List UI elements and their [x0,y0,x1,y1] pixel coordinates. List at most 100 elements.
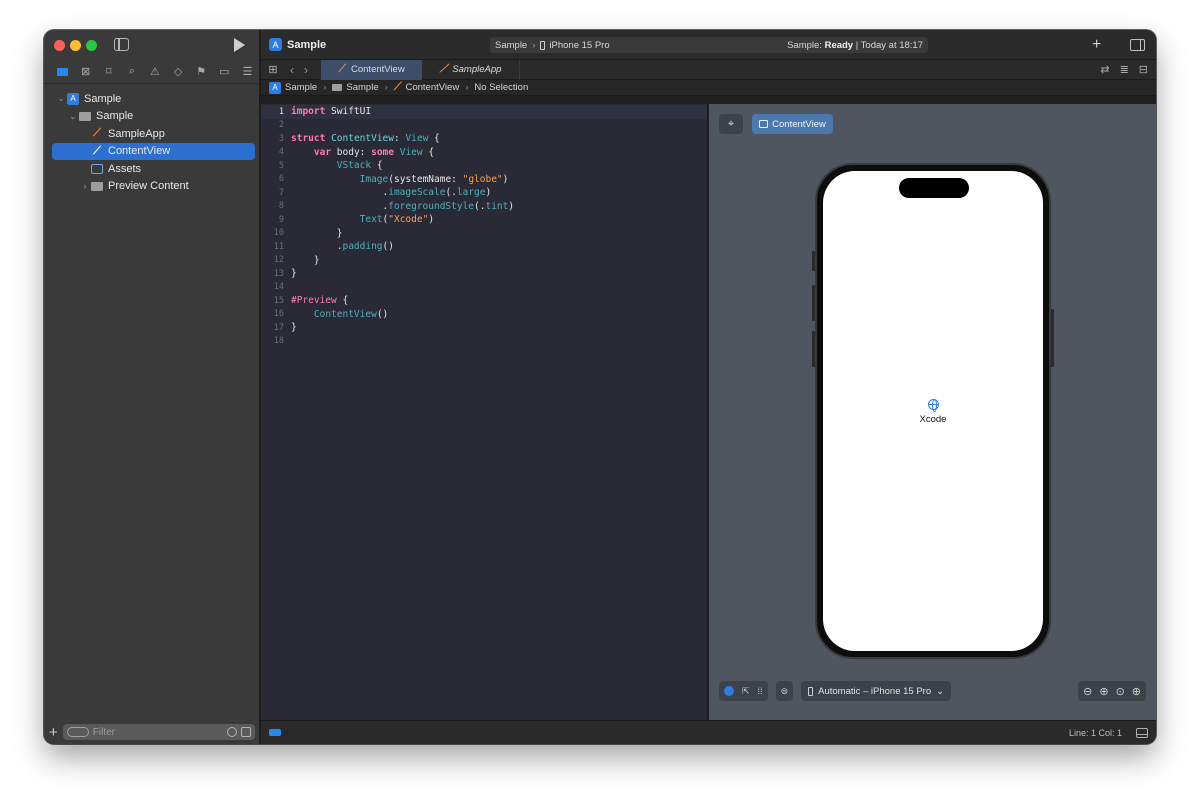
code-text: .imageScale(.large) [291,187,492,199]
canvas-settings-icon[interactable]: ⊜ [781,686,789,697]
swap-icon[interactable]: ⇄ [1100,63,1109,76]
find-navigator-tab[interactable]: ⌕ [120,62,143,82]
code-line[interactable]: 17} [261,321,707,335]
report-navigator-tab[interactable]: ☰ [236,62,259,82]
code-line[interactable]: 15 #Preview { [261,294,707,308]
filter-field[interactable] [62,724,255,740]
disclosure-collapsed-icon[interactable]: › [80,181,90,191]
device-screen[interactable]: Xcode [823,171,1043,651]
code-line[interactable]: 8 .foregroundStyle(.tint) [261,200,707,214]
device-selector[interactable]: Automatic – iPhone 15 Pro ⌄ [801,681,952,701]
cursor-position: Line: 1 Col: 1 [1068,727,1122,738]
disclosure-expanded-icon[interactable]: ⌄ [56,93,66,104]
code-text: } [291,322,297,334]
code-text: ContentView() [313,308,389,320]
code-line[interactable]: 16 ContentView() [261,308,707,322]
jumpbar-group[interactable]: Sample [346,82,378,93]
disclosure-expanded-icon[interactable]: ⌄ [68,111,78,122]
code-line[interactable]: 5 VStack { [261,159,707,173]
code-line[interactable]: 10 } [261,227,707,241]
xcode-app-icon: A [269,38,282,51]
code-line[interactable]: 12 } [261,254,707,268]
code-line[interactable]: 9 Text("Xcode") [261,213,707,227]
preview-view-label: ContentView [772,118,826,130]
bottom-panel-toggle-icon[interactable] [1136,727,1148,738]
close-window-button[interactable] [54,40,65,51]
code-line[interactable]: 7 .imageScale(.large) [261,186,707,200]
zoom-actual-icon[interactable]: ⊕ [1099,685,1108,698]
code-text: import SwiftUI [291,106,372,118]
recent-files-icon[interactable] [227,727,237,737]
scheme-status-bar: Sample › iPhone 15 Pro Sample: Ready | T… [490,37,928,53]
tree-item-label: ContentView [108,145,171,158]
device-selector-label: Automatic – iPhone 15 Pro [818,685,932,697]
source-control-navigator-tab[interactable]: ⊠ [74,62,97,82]
jumpbar-file[interactable]: ContentView [405,82,459,93]
tree-item-preview-content[interactable]: › Preview Content [44,178,259,196]
tree-item-sample[interactable]: ⌄ Sample [44,108,259,126]
back-button[interactable]: ‹ [285,63,299,77]
debug-navigator-tab[interactable]: ⚑ [190,62,213,82]
zoom-window-button[interactable] [86,40,97,51]
project-tree: ⌄ A Sample ⌄ Sample ⟋ SampleApp ⟋ ContentView Ass… [44,84,259,195]
debug-area-toggle-icon[interactable] [269,729,281,736]
inspector-toggle-icon[interactable] [1130,39,1145,51]
selectable-mode-icon[interactable]: ⇱ [742,686,750,697]
code-line[interactable]: 3 struct ContentView: View { [261,132,707,146]
zoom-controls: ⊖ ⊕ ⊙ ⊕ [1078,681,1146,701]
source-editor[interactable]: 1 import SwiftUI 2 3 struct ContentView: Vie… [261,104,708,720]
source-control-filter-icon[interactable] [241,727,251,737]
zoom-in-icon[interactable]: ⊕ [1132,685,1141,698]
code-line[interactable]: 11 .padding() [261,240,707,254]
tree-item-assets[interactable]: Assets [44,160,259,178]
jumpbar-symbol[interactable]: No Selection [474,82,528,93]
jumpbar-project[interactable]: Sample [285,82,317,93]
tree-item-sampleapp[interactable]: ⟋ SampleApp [44,125,259,143]
code-text: #Preview { [291,295,349,307]
tree-item-label: SampleApp [108,127,165,140]
tree-item-contentview[interactable]: ⟋ ContentView [52,142,255,160]
filter-options-icon[interactable] [66,727,89,737]
split-editor-icon[interactable]: ⊟ [1139,63,1148,76]
variants-grid-icon[interactable]: ⁞⁞ [758,686,763,696]
sidebar-toggle-icon[interactable] [114,38,129,51]
library-plus-button[interactable]: + [1092,36,1101,54]
tab-sampleapp[interactable]: ⟋ SampleApp [422,59,520,80]
preview-text: Xcode [919,414,947,425]
code-line[interactable]: 2 [261,119,707,133]
file-icon-wrapper: ⟋ [90,145,104,157]
filter-input[interactable] [92,726,223,738]
code-line[interactable]: 4 var body: some View { [261,146,707,160]
live-mode-icon[interactable] [724,686,734,696]
line-number: 3 [278,133,284,144]
minimize-window-button[interactable] [70,40,81,51]
code-line[interactable]: 1 import SwiftUI [261,105,707,119]
preview-view-button[interactable]: ContentView [752,114,833,134]
bookmark-navigator-tab[interactable]: ⌑ [97,62,120,82]
test-navigator-tab[interactable]: ◇ [167,62,190,82]
code-text: .foregroundStyle(.tint) [291,200,515,212]
scheme-selector[interactable]: Sample [495,40,527,51]
pin-preview-button[interactable]: ⌖ [719,114,743,134]
zoom-out-icon[interactable]: ⊖ [1083,685,1092,698]
code-line[interactable]: 6 Image(systemName: "globe") [261,173,707,187]
run-destination-selector[interactable]: iPhone 15 Pro [549,40,609,51]
breakpoint-navigator-tab[interactable]: ▭ [213,62,236,82]
add-file-button[interactable]: + [49,724,58,741]
tab-contentview[interactable]: ⟋ ContentView [321,59,422,80]
run-button[interactable] [234,38,245,52]
code-line[interactable]: 13} [261,267,707,281]
editor-options: ⇄ ≣ ⊟ [1100,63,1156,76]
tree-item-sample[interactable]: ⌄ A Sample [44,90,259,108]
view-icon [759,120,769,128]
tree-item-label: Sample [84,92,122,105]
swift-file-icon: ⟋ [93,144,101,157]
related-items-grid-icon[interactable]: ⊞ [261,63,285,76]
code-line[interactable]: 18 [261,335,707,349]
code-line[interactable]: 14 [261,281,707,295]
issue-navigator-tab[interactable]: ⚠ [143,62,166,82]
forward-button[interactable]: › [299,63,313,77]
editor-options-icon[interactable]: ≣ [1120,63,1129,76]
project-navigator-tab[interactable] [51,62,74,82]
zoom-fit-icon[interactable]: ⊙ [1116,685,1125,698]
